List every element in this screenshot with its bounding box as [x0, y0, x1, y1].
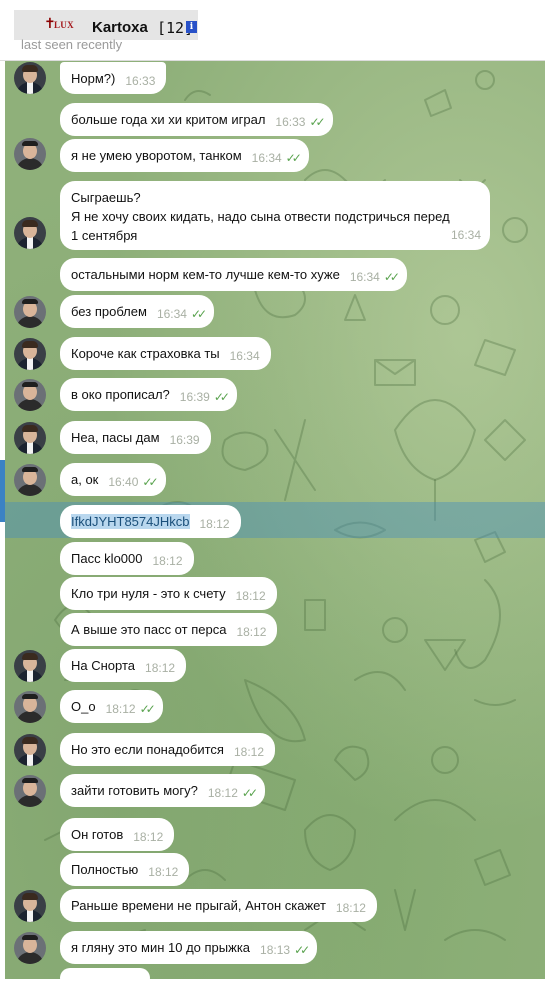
message-text: остальными норм кем-то лучше кем-то хуже: [71, 267, 340, 282]
read-check-icon: ✓✓: [294, 943, 310, 957]
last-seen-status: last seen recently: [21, 37, 123, 52]
message-bubble[interactable]: Раньше времени не прыгай, Антон скажет 18…: [60, 889, 377, 922]
message-text: А выше это пасс от перса: [71, 622, 227, 637]
info-icon[interactable]: i: [186, 21, 197, 33]
message-bubble[interactable]: больше года хи хи критом играл 16:33 ✓✓: [60, 103, 333, 136]
message-bubble[interactable]: а, ок 16:40 ✓✓: [60, 463, 166, 496]
message-time: 18:12: [145, 661, 176, 675]
read-check-icon: ✓✓: [285, 151, 302, 165]
message-bubble[interactable]: без проблем 16:34 ✓✓: [60, 295, 215, 328]
message-time: 16:33: [275, 115, 306, 129]
message-bubble[interactable]: Короче как страховка ты 16:34: [60, 337, 271, 370]
message-text: я не умею уворотом, танком: [71, 148, 242, 163]
message-time: 16:39: [169, 433, 200, 447]
avatar[interactable]: [14, 691, 46, 723]
message-time: 16:39: [179, 390, 210, 404]
message-time: 18:12: [235, 589, 266, 603]
avatar[interactable]: [14, 62, 46, 94]
avatar[interactable]: [14, 464, 46, 496]
message-text: я гляну это мин 10 до прыжка: [71, 940, 251, 955]
message-bubble-partial[interactable]: [60, 968, 150, 988]
read-check-icon: ✓✓: [142, 475, 158, 489]
message-text: Но это если понадобится: [71, 742, 224, 757]
chat-header: ✝ LUX Kartoxa [12] i last seen recently: [0, 0, 545, 61]
avatar[interactable]: [14, 296, 46, 328]
message-text: Кло три нуля - это к счету: [71, 586, 226, 601]
message-time: 18:12: [152, 554, 183, 568]
read-check-icon: ✓✓: [213, 390, 230, 404]
message-text: Полностью: [71, 862, 139, 877]
message-time: 18:12: [105, 702, 136, 716]
avatar[interactable]: [14, 422, 46, 454]
message-text: а, ок: [71, 472, 99, 487]
message-bubble[interactable]: А выше это пасс от перса 18:12: [60, 613, 278, 646]
message-time: 16:34: [450, 228, 481, 242]
message-bubble[interactable]: Сыграешь? Я не хочу своих кидать, надо с…: [60, 181, 490, 250]
message-text: Он готов: [71, 827, 124, 842]
read-check-icon: ✓✓: [190, 307, 207, 321]
message-bubble[interactable]: остальными норм кем-то лучше кем-то хуже…: [60, 258, 407, 291]
message-text: Неа, пасы дам: [71, 430, 160, 445]
message-bubble[interactable]: Он готов 18:12: [60, 818, 175, 851]
message-time: 18:12: [207, 786, 238, 800]
message-text: Раньше времени не прыгай, Антон скажет: [71, 898, 326, 913]
avatar[interactable]: [14, 338, 46, 370]
contact-title-badge[interactable]: ✝ LUX Kartoxa [12] i: [14, 10, 198, 40]
message-bubble[interactable]: в око прописал? 16:39 ✓✓: [60, 378, 237, 411]
message-bubble[interactable]: я не умею уворотом, танком 16:34 ✓✓: [60, 139, 309, 172]
message-bubble[interactable]: зайти готовить могу? 18:12 ✓✓: [60, 774, 266, 807]
message-time: 16:34: [229, 349, 260, 363]
message-bubble[interactable]: Кло три нуля - это к счету 18:12: [60, 577, 277, 610]
message-bubble[interactable]: я гляну это мин 10 до прыжка 18:13 ✓✓: [60, 931, 318, 964]
avatar[interactable]: [14, 138, 46, 170]
message-bubble[interactable]: Полностью 18:12: [60, 853, 190, 886]
avatar[interactable]: [14, 734, 46, 766]
message-time: 16:33: [125, 74, 156, 88]
avatar[interactable]: [14, 932, 46, 964]
message-time: 18:12: [233, 745, 264, 759]
read-check-icon: ✓✓: [241, 786, 258, 800]
message-text: Сыграешь? Я не хочу своих кидать, надо с…: [71, 190, 450, 243]
avatar[interactable]: [14, 379, 46, 411]
message-time: 18:12: [335, 901, 366, 915]
message-bubble[interactable]: Пасс klo000 18:12: [60, 542, 194, 575]
message-text-selected[interactable]: IfkdJYHT8574JHkcb: [71, 514, 190, 529]
message-text: О_о: [71, 699, 96, 714]
message-bubble[interactable]: Норм?) 16:33: [60, 62, 167, 94]
read-check-icon: ✓✓: [309, 115, 325, 129]
message-bubble[interactable]: IfkdJYHT8574JHkcb 18:12: [60, 505, 241, 538]
message-time: 18:12: [133, 830, 164, 844]
message-text: в око прописал?: [71, 387, 170, 402]
message-time: 16:34: [251, 151, 282, 165]
avatar[interactable]: [14, 890, 46, 922]
message-text: больше года хи хи критом играл: [71, 112, 266, 127]
read-check-icon: ✓✓: [139, 702, 156, 716]
message-time: 16:34: [156, 307, 187, 321]
message-bubble[interactable]: Но это если понадобится 18:12: [60, 733, 275, 766]
message-time: 16:40: [108, 475, 139, 489]
message-text: зайти готовить могу?: [71, 783, 198, 798]
message-text: Норм?): [71, 71, 116, 86]
message-text: Короче как страховка ты: [71, 346, 220, 361]
avatar[interactable]: [14, 775, 46, 807]
message-time: 18:12: [148, 865, 179, 879]
message-text: На Снорта: [71, 658, 136, 673]
message-bubble[interactable]: О_о 18:12 ✓✓: [60, 690, 163, 723]
message-time: 18:12: [199, 517, 230, 531]
message-text: Пасс klo000: [71, 551, 143, 566]
read-check-icon: ✓✓: [383, 270, 400, 284]
avatar[interactable]: [14, 650, 46, 682]
message-time: 18:13: [260, 943, 291, 957]
message-time: 18:12: [236, 625, 267, 639]
contact-name: Kartoxa: [92, 19, 148, 36]
message-bubble[interactable]: Неа, пасы дам 16:39: [60, 421, 211, 454]
avatar[interactable]: [14, 217, 46, 249]
message-time: 16:34: [349, 270, 380, 284]
message-bubble[interactable]: На Снорта 18:12: [60, 649, 187, 682]
message-text: без проблем: [71, 304, 147, 319]
